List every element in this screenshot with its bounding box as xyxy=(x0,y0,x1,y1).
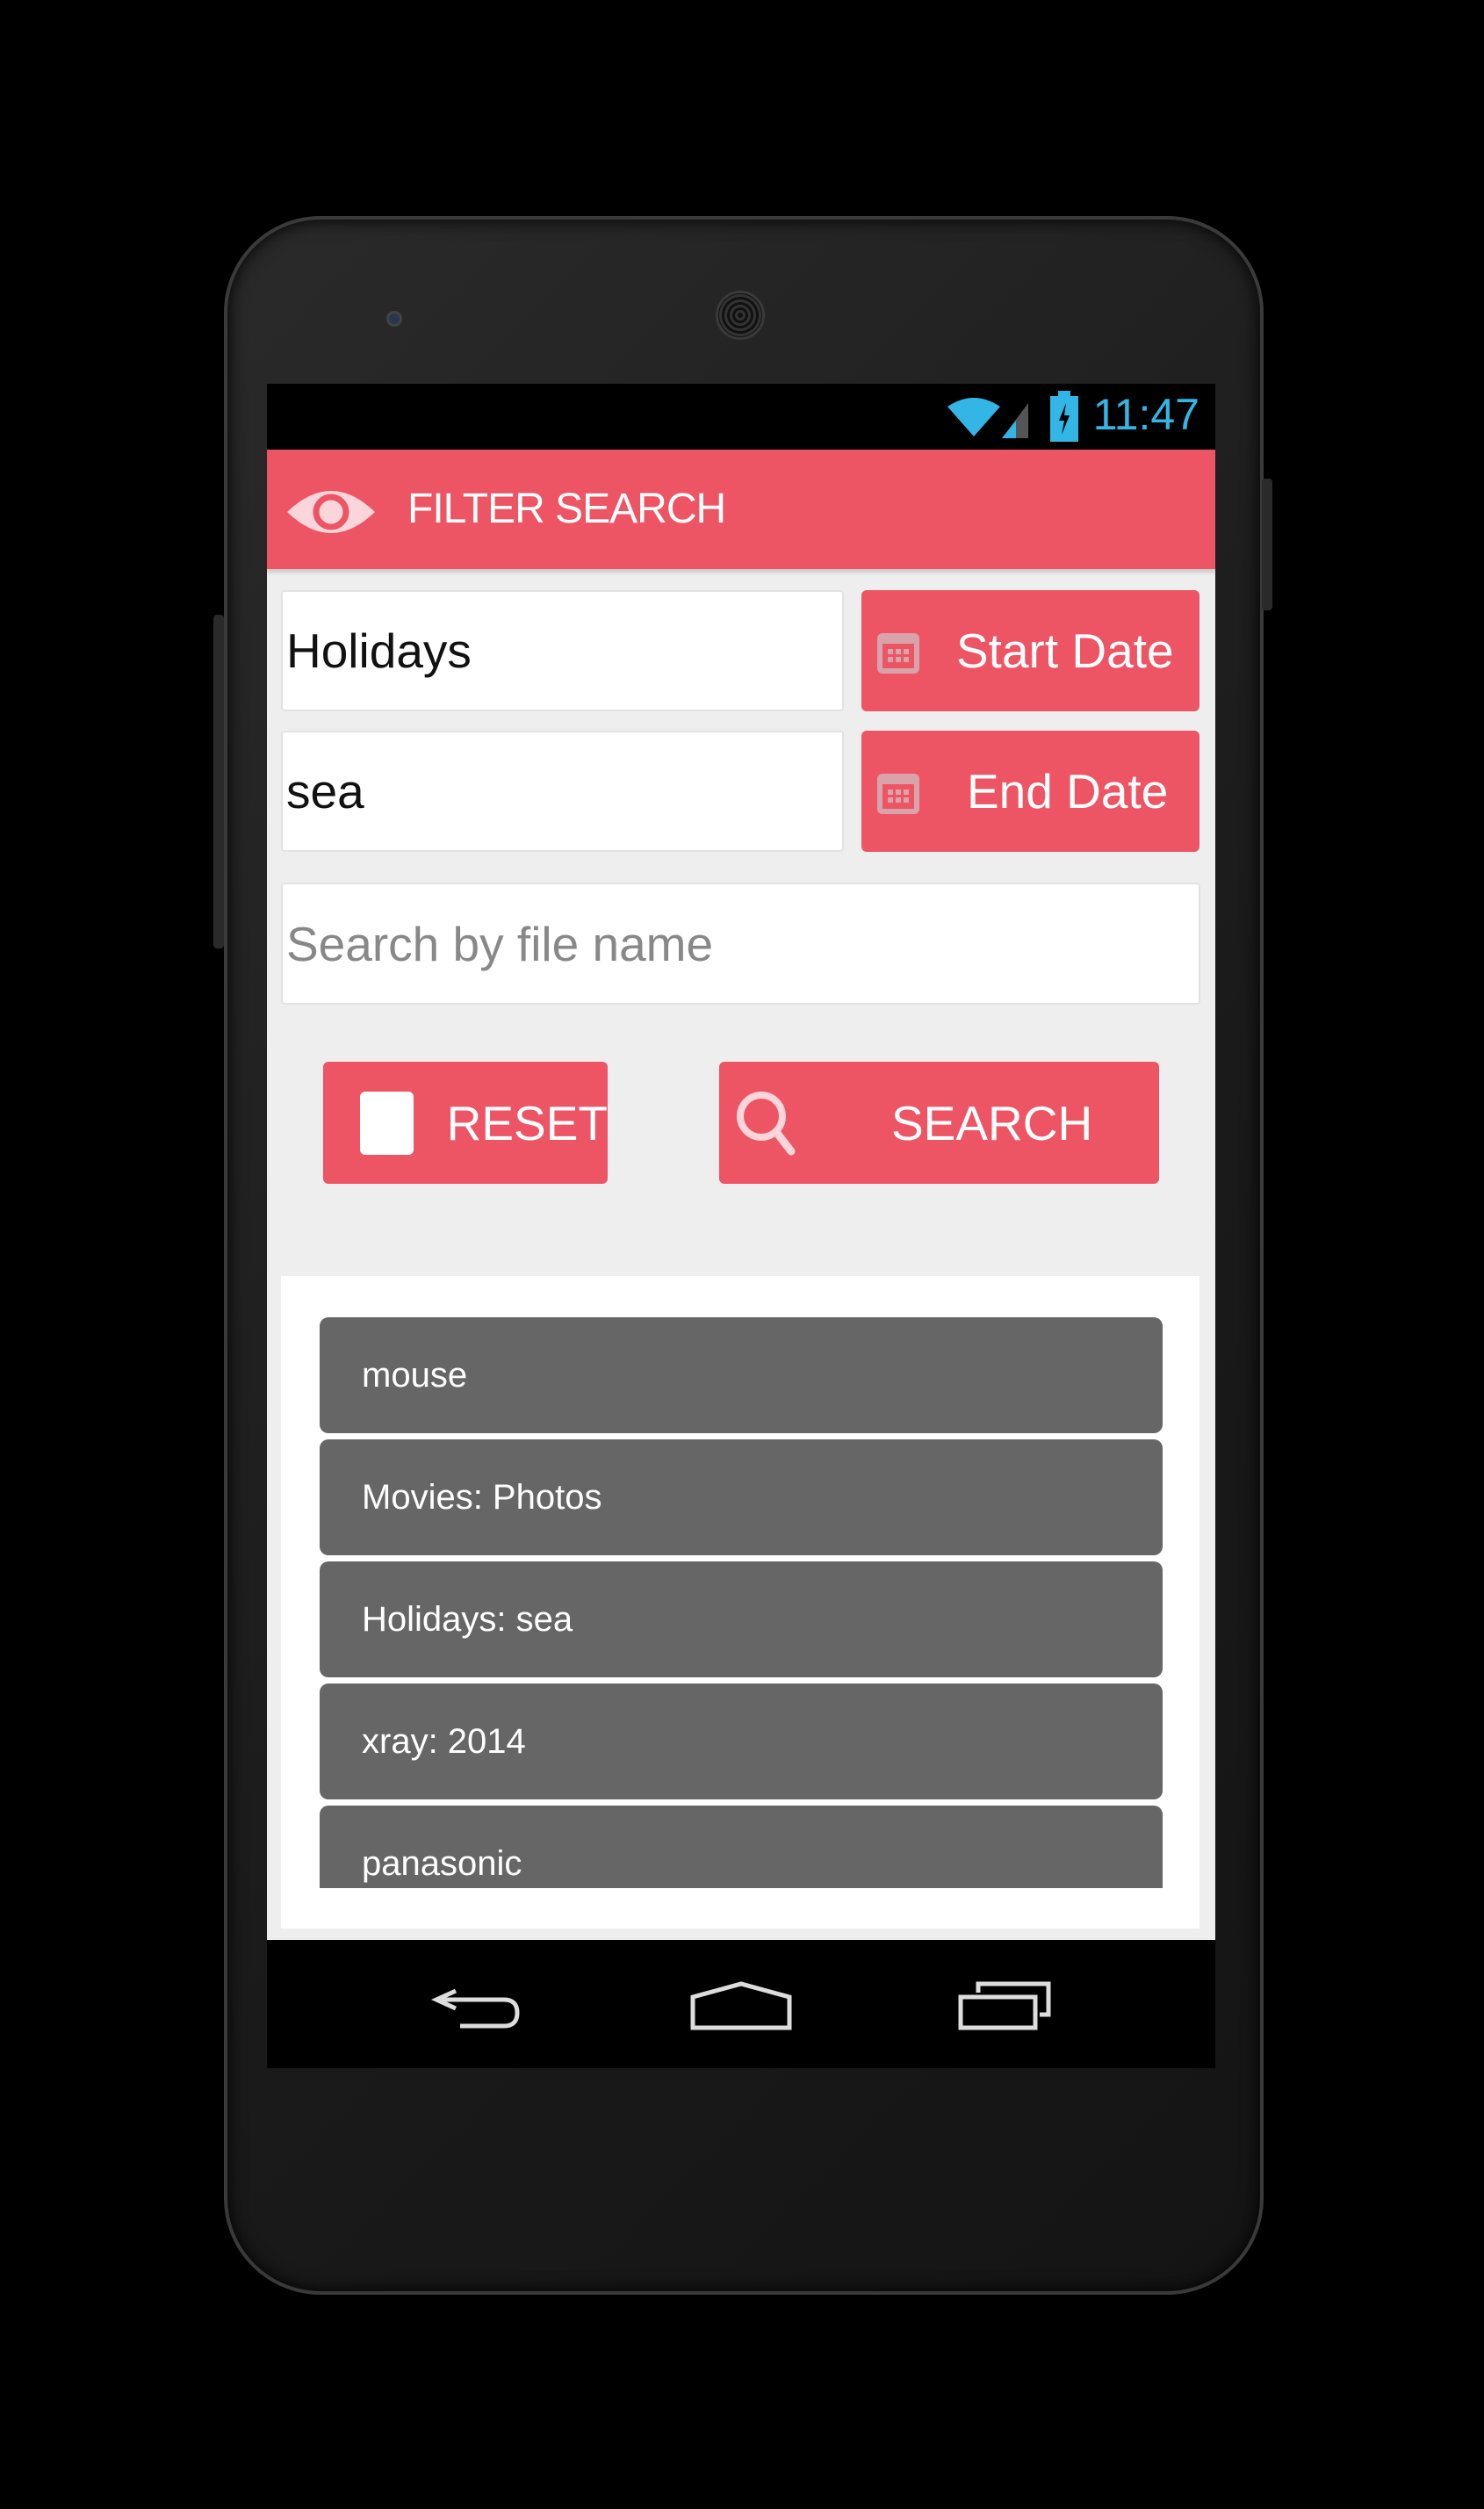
navigation-bar xyxy=(267,1940,1215,2068)
volume-button xyxy=(213,615,224,948)
earpiece-speaker xyxy=(716,291,765,340)
recent-apps-icon[interactable] xyxy=(956,1979,1057,2034)
category-input[interactable]: Holidays xyxy=(281,590,844,711)
app-bar: FILTER SEARCH xyxy=(267,450,1215,569)
page-title: FILTER SEARCH xyxy=(407,486,726,532)
filename-search-input[interactable]: Search by file name xyxy=(281,883,1200,1005)
wifi-icon xyxy=(947,398,1028,438)
home-icon[interactable] xyxy=(688,1979,794,2034)
status-bar: 11:47 xyxy=(267,384,1215,450)
end-date-label: End Date xyxy=(967,764,1169,818)
list-item[interactable]: xray: 2014 xyxy=(320,1683,1163,1799)
list-item[interactable]: Movies: Photos xyxy=(320,1439,1163,1555)
status-time: 11:47 xyxy=(1092,390,1199,439)
list-item[interactable]: panasonic xyxy=(320,1806,1163,1888)
calendar-icon xyxy=(877,633,919,674)
power-button xyxy=(1262,479,1272,610)
reset-button[interactable]: RESET xyxy=(323,1062,608,1184)
stop-icon xyxy=(360,1091,414,1155)
calendar-icon xyxy=(877,774,919,814)
search-label: SEARCH xyxy=(891,1095,1093,1150)
list-item[interactable]: mouse xyxy=(320,1317,1163,1433)
end-date-button[interactable]: End Date xyxy=(861,731,1199,852)
screen: 11:47 FILTER SEARCH Holidays Start Date … xyxy=(267,384,1215,2068)
search-button[interactable]: SEARCH xyxy=(719,1062,1159,1184)
back-icon[interactable] xyxy=(429,1982,526,2035)
tag-input[interactable]: sea xyxy=(281,731,844,852)
start-date-label: Start Date xyxy=(956,624,1174,678)
list-item[interactable]: Holidays: sea xyxy=(320,1561,1163,1677)
eye-icon[interactable] xyxy=(285,483,378,541)
results-list[interactable]: mouse Movies: Photos Holidays: sea xray:… xyxy=(320,1315,1163,1888)
battery-charging-icon xyxy=(1050,391,1078,442)
front-camera xyxy=(386,311,402,327)
start-date-button[interactable]: Start Date xyxy=(861,590,1199,711)
reset-label: RESET xyxy=(446,1095,608,1150)
search-icon xyxy=(737,1091,796,1155)
